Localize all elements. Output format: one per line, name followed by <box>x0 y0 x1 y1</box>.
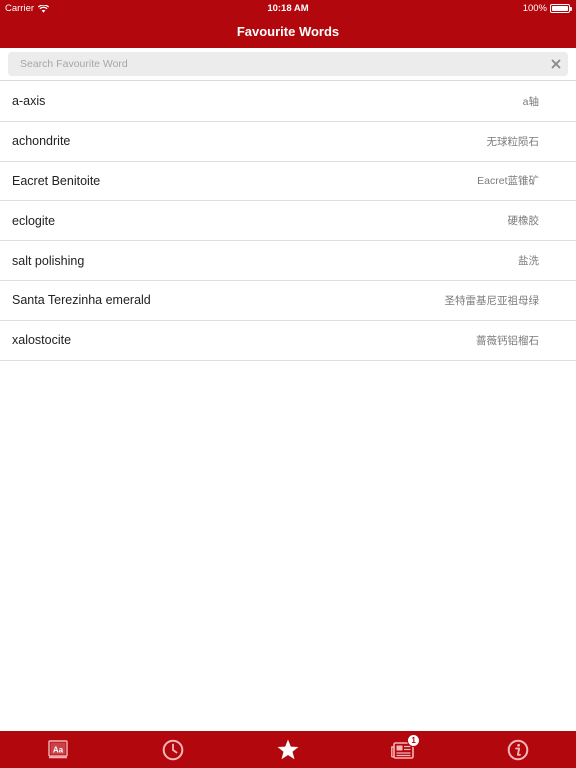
search-box[interactable] <box>8 52 568 76</box>
word-row[interactable]: salt polishing 盐洗 <box>0 241 576 281</box>
tab-dictionary[interactable]: Aa <box>38 731 78 768</box>
word-row[interactable]: achondrite 无球粒陨石 <box>0 122 576 162</box>
word-text: Santa Terezinha emerald <box>12 293 151 308</box>
word-translation: Eacret蓝锥矿 <box>477 175 539 188</box>
tab-info[interactable] <box>498 731 538 768</box>
info-icon <box>508 739 529 760</box>
word-row[interactable]: Santa Terezinha emerald 圣特雷基尼亚祖母绿 <box>0 281 576 321</box>
favourite-words-screen: Carrier 10:18 AM 100% Favourite Words Se… <box>0 0 576 768</box>
battery-fill <box>552 6 568 11</box>
tab-news[interactable]: 1 <box>383 731 423 768</box>
word-text: achondrite <box>12 134 71 149</box>
tab-favourites[interactable] <box>268 731 308 768</box>
word-translation: 蔷薇钙铝榴石 <box>476 334 539 347</box>
battery-icon <box>550 4 572 13</box>
page-title: Favourite Words <box>236 24 340 39</box>
battery-percent: 100% <box>522 3 547 14</box>
dictionary-icon: Aa <box>47 739 68 758</box>
search-bar <box>0 48 576 81</box>
history-clock-icon <box>162 739 184 760</box>
favourite-word-list: a-axis a轴 achondrite 无球粒陨石 Eacret Benitoite E… <box>0 82 576 361</box>
favourites-star-icon <box>277 739 299 759</box>
svg-text:Aa: Aa <box>52 745 63 754</box>
word-row[interactable]: a-axis a轴 <box>0 82 576 122</box>
status-time: 10:18 AM <box>267 3 309 14</box>
search-input[interactable] <box>20 52 540 76</box>
word-text: Eacret Benitoite <box>12 173 101 188</box>
word-translation: 硬橡胶 <box>507 215 540 228</box>
word-row[interactable]: eclogite 硬橡胶 <box>0 201 576 242</box>
word-text: eclogite <box>12 213 56 228</box>
word-translation: 盐洗 <box>518 255 539 268</box>
word-row[interactable]: xalostocite 蔷薇钙铝榴石 <box>0 321 576 361</box>
word-translation: a轴 <box>522 95 539 108</box>
word-translation: 圣特雷基尼亚祖母绿 <box>444 294 540 307</box>
header: Carrier 10:18 AM 100% Favourite Words <box>0 0 576 48</box>
clear-search-icon[interactable] <box>550 58 562 70</box>
news-badge: 1 <box>407 734 421 747</box>
status-right: 100% <box>522 3 572 14</box>
word-text: salt polishing <box>12 253 85 268</box>
word-text: xalostocite <box>12 333 72 348</box>
status-bar: Carrier 10:18 AM 100% <box>0 0 576 18</box>
word-text: a-axis <box>12 94 46 109</box>
tab-history[interactable] <box>153 731 193 768</box>
word-translation: 无球粒陨石 <box>486 135 540 148</box>
tab-bar: Aa 1 <box>0 731 576 768</box>
word-row[interactable]: Eacret Benitoite Eacret蓝锥矿 <box>0 162 576 202</box>
